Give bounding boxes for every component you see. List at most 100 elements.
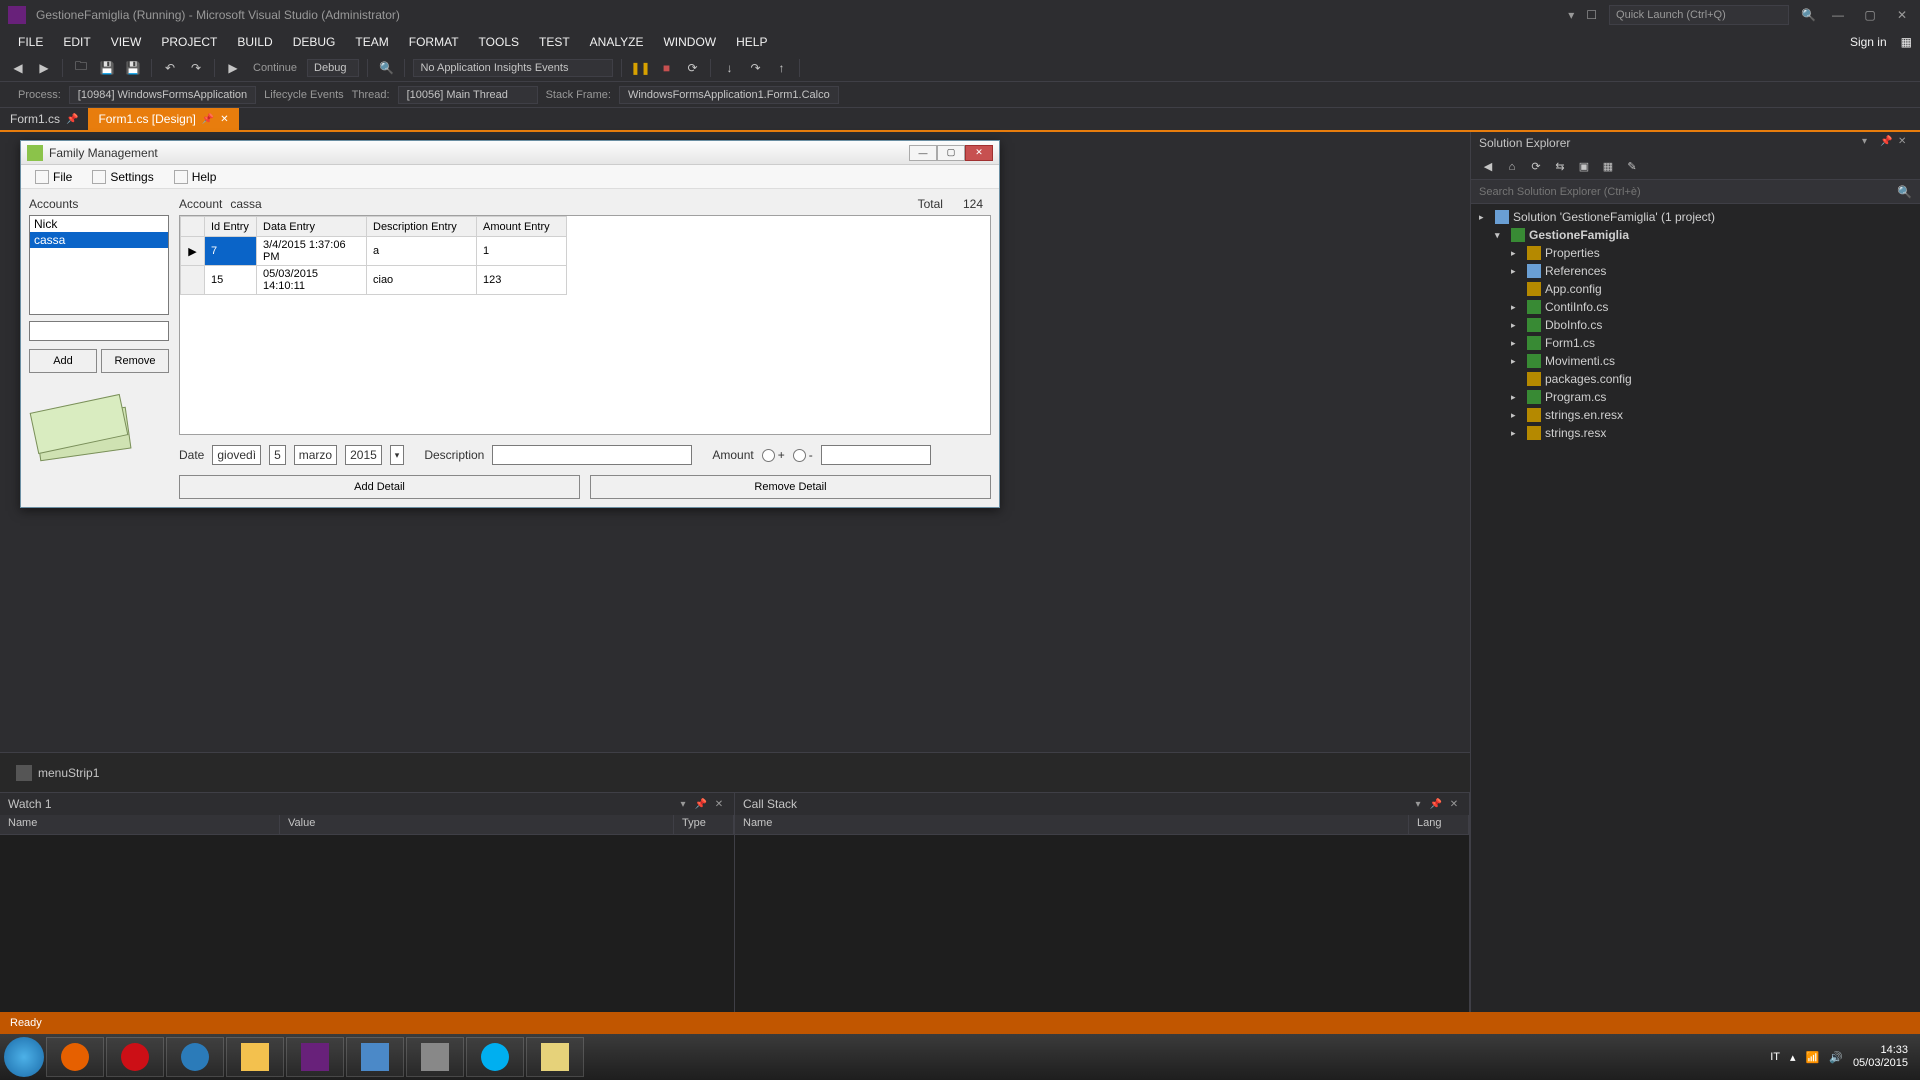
feedback-icon[interactable]: ☐ xyxy=(1586,8,1597,22)
continue-icon[interactable]: ▶ xyxy=(223,58,243,78)
nav-back-icon[interactable]: ◀ xyxy=(8,58,28,78)
tray-lang[interactable]: IT xyxy=(1770,1051,1780,1063)
watch-body[interactable] xyxy=(0,835,734,1028)
open-icon[interactable]: 🗀 xyxy=(71,58,91,78)
lifecycle-label[interactable]: Lifecycle Events xyxy=(264,89,343,101)
menu-file[interactable]: FILE xyxy=(8,31,53,53)
menu-window[interactable]: WINDOW xyxy=(653,31,726,53)
component-item[interactable]: menuStrip1 xyxy=(38,766,99,780)
col-header[interactable]: Name xyxy=(735,815,1409,834)
col-header[interactable]: Type xyxy=(674,815,734,834)
menu-build[interactable]: BUILD xyxy=(227,31,282,53)
tree-node-solution[interactable]: ▸Solution 'GestioneFamiglia' (1 project) xyxy=(1471,208,1920,226)
dropdown-icon[interactable]: ▾ xyxy=(1411,797,1425,811)
taskbar-visual-studio[interactable] xyxy=(286,1037,344,1077)
row-selector-icon[interactable]: ▶ xyxy=(181,237,205,266)
pin-icon[interactable]: 📌 xyxy=(1880,136,1894,150)
solution-tree[interactable]: ▸Solution 'GestioneFamiglia' (1 project)… xyxy=(1471,204,1920,1028)
taskbar-app[interactable] xyxy=(526,1037,584,1077)
col-header[interactable]: Id Entry xyxy=(205,217,257,237)
month-dropdown[interactable]: marzo xyxy=(294,445,337,465)
app-close-button[interactable]: ✕ xyxy=(965,145,993,161)
search-icon[interactable]: 🔍 xyxy=(1897,185,1912,199)
date-picker[interactable]: ▾ xyxy=(390,445,405,465)
solution-search-input[interactable] xyxy=(1479,186,1897,198)
menu-project[interactable]: PROJECT xyxy=(151,31,227,53)
taskbar-explorer[interactable] xyxy=(226,1037,284,1077)
menu-debug[interactable]: DEBUG xyxy=(283,31,346,53)
collapse-icon[interactable]: ▣ xyxy=(1575,158,1593,176)
solution-search[interactable]: 🔍 xyxy=(1471,180,1920,204)
close-icon[interactable]: ✕ xyxy=(1447,797,1461,811)
callstack-body[interactable] xyxy=(735,835,1469,1028)
amount-plus-radio[interactable]: + xyxy=(762,448,785,462)
taskbar-skype[interactable] xyxy=(466,1037,524,1077)
find-icon[interactable]: 🔍 xyxy=(376,58,396,78)
cell[interactable]: 3/4/2015 1:37:06 PM xyxy=(257,237,367,266)
notifications-icon[interactable]: ▾ xyxy=(1568,8,1574,22)
tree-node[interactable]: App.config xyxy=(1471,280,1920,298)
continue-label[interactable]: Continue xyxy=(249,62,301,74)
dropdown-icon[interactable]: ▾ xyxy=(676,797,690,811)
pin-icon[interactable]: 📌 xyxy=(66,114,78,125)
add-account-button[interactable]: Add xyxy=(29,349,97,373)
tree-node[interactable]: ▸Form1.cs xyxy=(1471,334,1920,352)
tab-form1-design[interactable]: Form1.cs [Design] 📌 ✕ xyxy=(88,108,238,130)
undo-icon[interactable]: ↶ xyxy=(160,58,180,78)
stackframe-dropdown[interactable]: WindowsFormsApplication1.Form1.Calco xyxy=(619,86,839,104)
tree-node[interactable]: ▸Program.cs xyxy=(1471,388,1920,406)
cell[interactable]: ciao xyxy=(367,266,477,295)
account-name-input[interactable] xyxy=(29,321,169,341)
tree-node[interactable]: ▸Movimenti.cs xyxy=(1471,352,1920,370)
tray-clock[interactable]: 14:33 05/03/2015 xyxy=(1853,1044,1908,1070)
account-icon[interactable]: ▦ xyxy=(1901,35,1912,49)
menu-analyze[interactable]: ANALYZE xyxy=(580,31,654,53)
cell[interactable]: 123 xyxy=(477,266,567,295)
tray-volume-icon[interactable]: 🔊 xyxy=(1829,1051,1843,1064)
taskbar-app[interactable] xyxy=(406,1037,464,1077)
app-minimize-button[interactable]: — xyxy=(909,145,937,161)
start-button[interactable] xyxy=(4,1037,44,1077)
tree-node[interactable]: ▸strings.en.resx xyxy=(1471,406,1920,424)
process-dropdown[interactable]: [10984] WindowsFormsApplication xyxy=(69,86,256,104)
col-header[interactable]: Lang xyxy=(1409,815,1469,834)
nav-fwd-icon[interactable]: ▶ xyxy=(34,58,54,78)
col-header[interactable]: Description Entry xyxy=(367,217,477,237)
tree-node[interactable]: packages.config xyxy=(1471,370,1920,388)
taskbar-firefox[interactable] xyxy=(46,1037,104,1077)
menu-team[interactable]: TEAM xyxy=(345,31,398,53)
col-header[interactable]: Amount Entry xyxy=(477,217,567,237)
list-item[interactable]: Nick xyxy=(30,216,168,232)
list-item-selected[interactable]: cassa xyxy=(30,232,168,248)
app-window[interactable]: Family Management — ▢ ✕ File Settings He… xyxy=(20,140,1000,508)
search-icon[interactable]: 🔍 xyxy=(1801,8,1816,22)
cell[interactable]: a xyxy=(367,237,477,266)
accounts-listbox[interactable]: Nick cassa xyxy=(29,215,169,315)
tree-node-project[interactable]: ▾GestioneFamiglia xyxy=(1471,226,1920,244)
amount-minus-radio[interactable]: - xyxy=(793,448,813,462)
step-out-icon[interactable]: ↑ xyxy=(771,58,791,78)
menu-view[interactable]: VIEW xyxy=(101,31,152,53)
amount-input[interactable] xyxy=(821,445,931,465)
menu-edit[interactable]: EDIT xyxy=(53,31,100,53)
designer-surface[interactable]: Family Management — ▢ ✕ File Settings He… xyxy=(0,132,1470,752)
tree-node[interactable]: ▸DboInfo.cs xyxy=(1471,316,1920,334)
app-titlebar[interactable]: Family Management — ▢ ✕ xyxy=(21,141,999,165)
dropdown-icon[interactable]: ▾ xyxy=(1862,136,1876,150)
pin-icon[interactable]: 📌 xyxy=(694,797,708,811)
tab-form1-cs[interactable]: Form1.cs 📌 xyxy=(0,108,88,130)
menu-test[interactable]: TEST xyxy=(529,31,580,53)
sign-in-link[interactable]: Sign in xyxy=(1844,33,1893,51)
save-all-icon[interactable]: 💾 xyxy=(123,58,143,78)
app-menu-file[interactable]: File xyxy=(25,167,82,187)
entries-grid[interactable]: Id Entry Data Entry Description Entry Am… xyxy=(179,215,991,435)
pin-icon[interactable]: 📌 xyxy=(202,114,214,125)
col-header[interactable]: Value xyxy=(280,815,674,834)
step-over-icon[interactable]: ↷ xyxy=(745,58,765,78)
tree-node[interactable]: ▸ContiInfo.cs xyxy=(1471,298,1920,316)
redo-icon[interactable]: ↷ xyxy=(186,58,206,78)
app-maximize-button[interactable]: ▢ xyxy=(937,145,965,161)
taskbar-browser[interactable] xyxy=(166,1037,224,1077)
taskbar-opera[interactable] xyxy=(106,1037,164,1077)
component-tray[interactable]: menuStrip1 xyxy=(0,752,1470,792)
